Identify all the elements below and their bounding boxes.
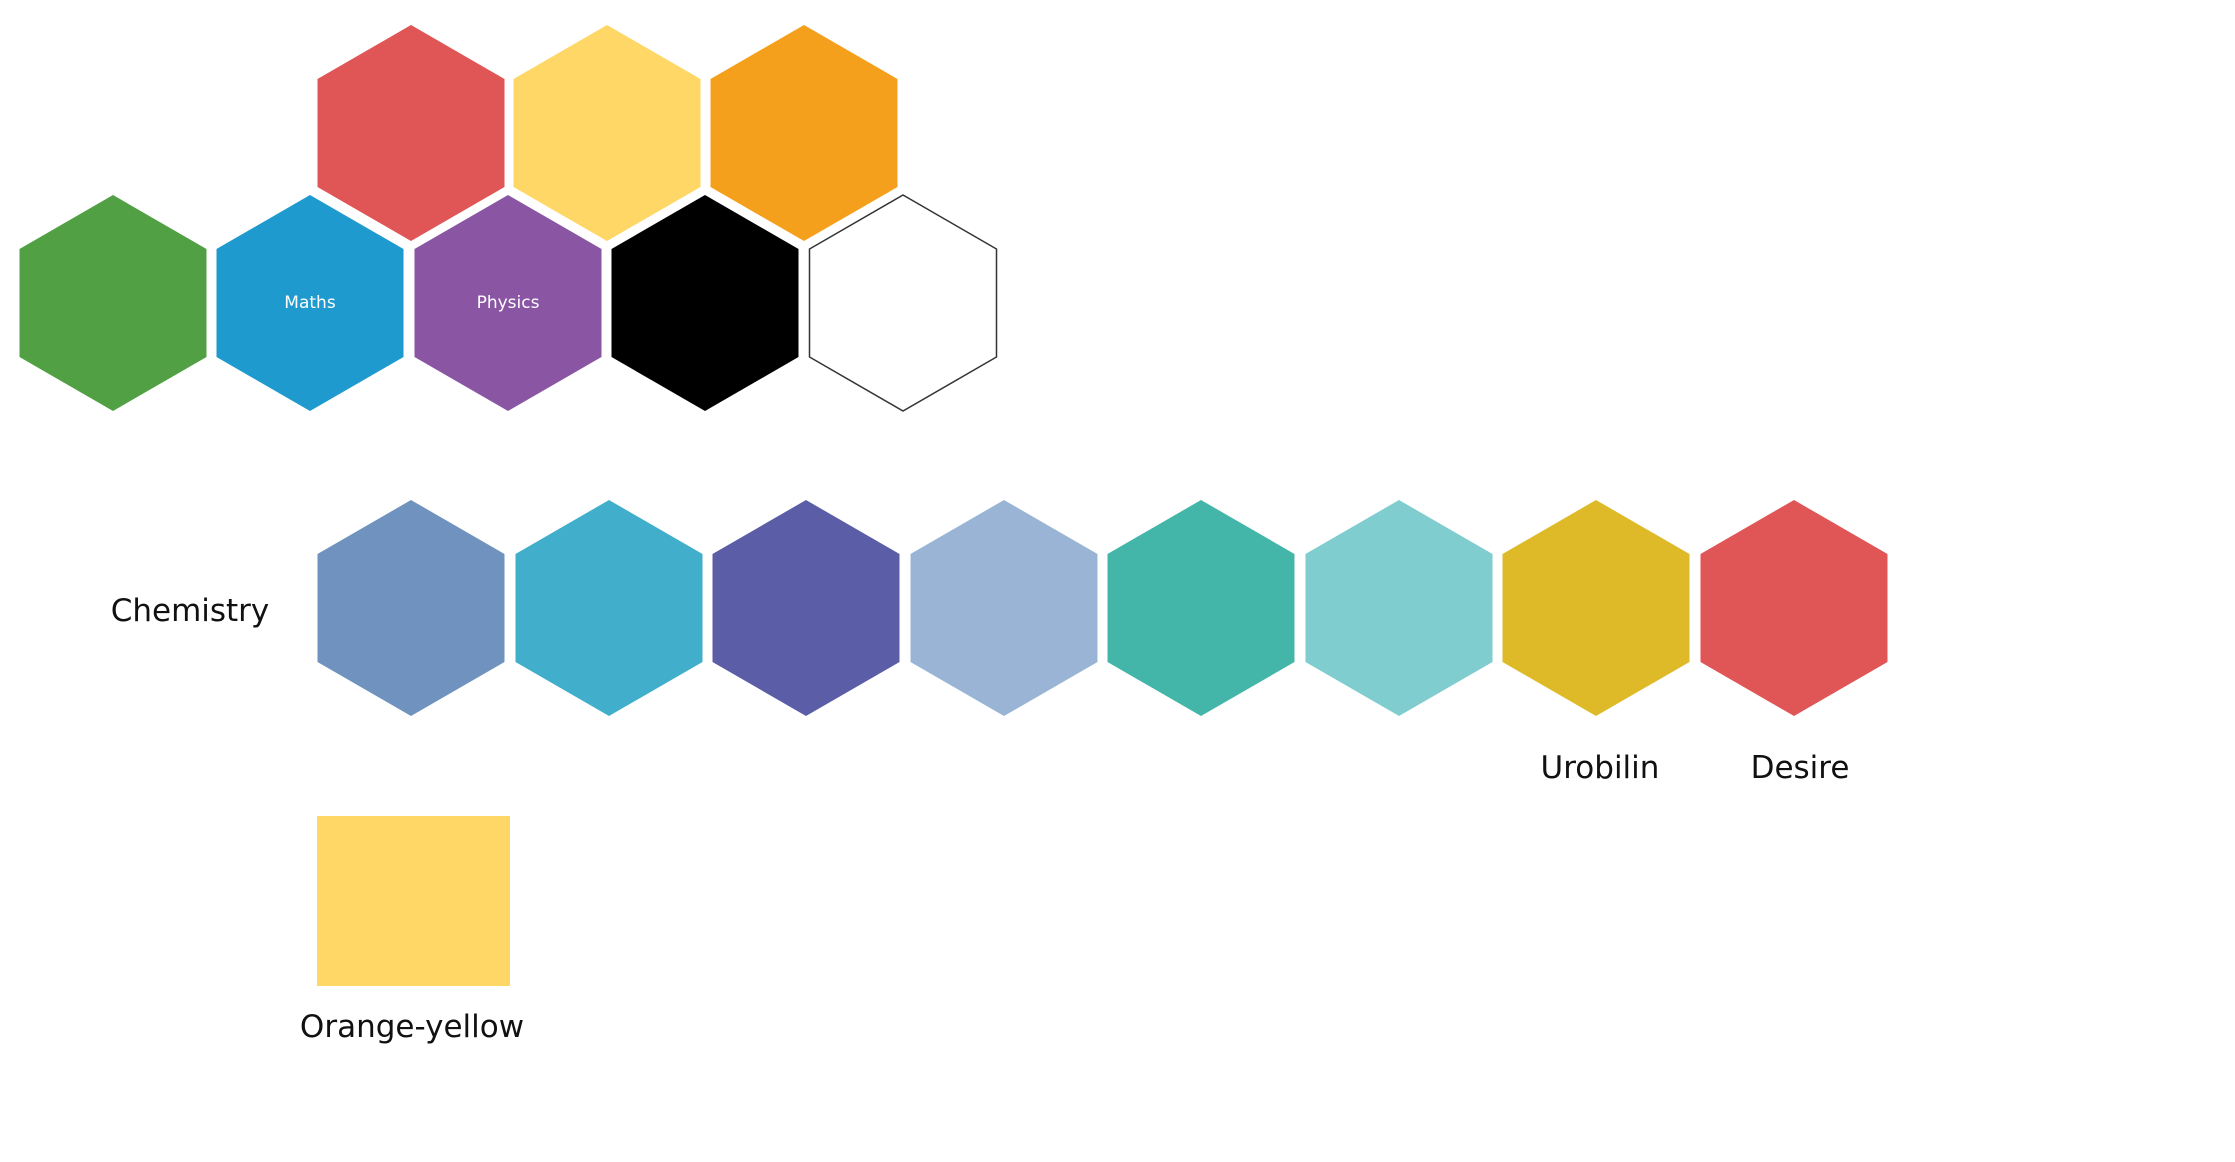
chemistry-label: Chemistry xyxy=(111,593,270,629)
orange-yellow-swatch xyxy=(317,816,510,986)
hex-desire xyxy=(1700,500,1888,716)
hex-red xyxy=(317,25,505,241)
hex-light-teal xyxy=(1305,500,1493,716)
desire-caption: Desire xyxy=(1751,750,1850,786)
hex-indigo xyxy=(712,500,900,716)
maths-label: Maths xyxy=(284,293,336,313)
hex-orange xyxy=(710,25,898,241)
hex-white xyxy=(808,194,998,412)
hex-steel-blue xyxy=(317,500,505,716)
urobilin-caption: Urobilin xyxy=(1541,750,1660,786)
hex-sky-cyan xyxy=(515,500,703,716)
hex-urobilin xyxy=(1502,500,1690,716)
top-hex-cluster: Maths Physics xyxy=(19,25,998,412)
chemistry-row: Chemistry Urobilin Desire xyxy=(111,500,1888,786)
hex-black xyxy=(611,195,799,411)
hexagon-diagram: Maths Physics Chemistry Urobilin Desire … xyxy=(19,25,1888,1045)
orange-yellow-swatch-group: Orange-yellow xyxy=(300,816,524,1045)
hex-green xyxy=(19,195,207,411)
hex-teal xyxy=(1107,500,1295,716)
orange-yellow-caption: Orange-yellow xyxy=(300,1009,524,1045)
physics-label: Physics xyxy=(477,293,540,313)
hex-yellow xyxy=(513,25,701,241)
hex-pale-blue xyxy=(910,500,1098,716)
